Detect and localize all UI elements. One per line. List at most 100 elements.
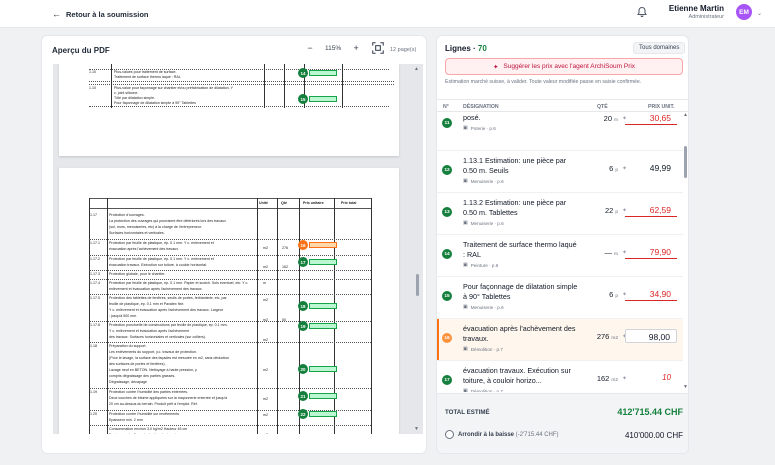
- line-unit-price-input[interactable]: 49,99: [625, 161, 677, 175]
- line-quantity: 6p: [582, 164, 618, 173]
- line-row[interactable]: 15 Pour façonnage de dilatation simple à …: [437, 277, 683, 319]
- line-unit: m: [614, 118, 618, 123]
- pdf-line-marker[interactable]: 21: [298, 391, 308, 401]
- pdf-line-highlight[interactable]: [309, 96, 337, 102]
- pdf-qty: 50: [282, 318, 286, 322]
- lines-count: 70: [477, 44, 487, 53]
- domain-icon: ▣: [463, 388, 468, 392]
- line-domain-tag: ▣ Démolition · p.7: [463, 346, 503, 352]
- zoom-level: 115%: [325, 44, 342, 52]
- pdf-line-highlight[interactable]: [309, 242, 337, 248]
- pdf-line-highlight[interactable]: [309, 393, 337, 399]
- pdf-rule: [89, 294, 371, 295]
- line-quantity-value: 276: [596, 332, 610, 341]
- round-down-label[interactable]: Arrondir à la baisse (-2'715.44 CHF): [458, 432, 559, 438]
- lines-panel: Lignes · 70 Tous domaines ✦ Suggérer les…: [436, 35, 689, 454]
- pdf-line-text: c. joint silicone.: [114, 91, 139, 95]
- line-quantity-value: 22: [604, 206, 614, 215]
- pdf-rule: [89, 239, 371, 240]
- pdf-line-marker[interactable]: 16: [298, 240, 308, 250]
- scroll-up-icon[interactable]: ▲: [414, 66, 419, 72]
- pdf-line-marker[interactable]: 22: [298, 409, 308, 419]
- round-down-radio[interactable]: [445, 430, 454, 439]
- bell-icon[interactable]: [636, 6, 648, 18]
- pdf-column-line: [284, 64, 285, 108]
- pdf-line-code: 1.17.5: [90, 296, 100, 300]
- pdf-line-marker[interactable]: 14: [298, 68, 308, 78]
- pdf-line-text: Protection d'ouvrages.: [109, 213, 145, 217]
- line-row[interactable]: 16 évacuation après l'achèvement des trav…: [437, 319, 683, 361]
- back-link[interactable]: ← Retour à la soumission: [52, 9, 149, 19]
- pdf-line-text: 20 cm au-dessus du terrain. Produit prêt…: [109, 402, 198, 406]
- pdf-line-highlight[interactable]: [309, 259, 337, 265]
- pdf-line-highlight[interactable]: [309, 411, 337, 417]
- line-domain-label: Menuiserie · p.6: [470, 304, 504, 310]
- line-quantity-value: 6: [609, 164, 614, 173]
- pdf-rule: [89, 255, 371, 256]
- line-unit-price-input[interactable]: 79,90: [625, 245, 677, 259]
- line-unit-price-input[interactable]: 62,59: [625, 203, 677, 217]
- line-quantity-value: —: [604, 248, 613, 257]
- pdf-line-marker[interactable]: 18: [298, 301, 308, 311]
- pdf-line-marker[interactable]: 20: [298, 364, 308, 374]
- domain-icon: ▣: [463, 178, 468, 184]
- scroll-down-icon[interactable]: ▼: [414, 426, 419, 432]
- line-unit-price-input[interactable]: 34,90: [625, 287, 677, 301]
- pdf-unit: m2: [263, 298, 268, 302]
- line-designation: 1.13.1 Estimation: une pièce par 0.50 m.…: [463, 156, 567, 175]
- pdf-line-text: Protection par feuille de plastique, ép.…: [109, 257, 214, 261]
- pdf-line-text: Protection globale, pour le chantier.: [109, 272, 166, 276]
- pdf-line-text: Protection contre l'humidité des parties…: [109, 390, 188, 394]
- scroll-up-icon[interactable]: ▲: [683, 112, 688, 118]
- line-quantity: — m: [582, 248, 619, 257]
- line-row[interactable]: 11 posé. ▣ Poterie · p.6 20 m ✦ 30,65: [437, 112, 683, 151]
- chevron-down-icon[interactable]: ⌄: [757, 10, 762, 17]
- sparkle-icon: ✦: [492, 63, 499, 71]
- pdf-line-text: Préparation du support.: [109, 344, 147, 348]
- pdf-scrollbar[interactable]: ▲ ▼: [413, 64, 422, 434]
- pdf-table-header: Prix total: [341, 201, 357, 205]
- pdf-qty: 276: [282, 246, 288, 250]
- pdf-line-highlight[interactable]: [309, 303, 337, 309]
- pdf-line-highlight[interactable]: [309, 70, 337, 76]
- line-number-badge: 15: [442, 291, 452, 301]
- user-info[interactable]: Etienne Martin Administrateur: [662, 4, 724, 20]
- domain-icon: ▣: [463, 304, 468, 310]
- line-unit: p: [615, 210, 618, 215]
- pdf-line-highlight[interactable]: [309, 323, 337, 329]
- pdf-line-marker[interactable]: 19: [298, 321, 308, 331]
- pdf-line-marker[interactable]: 17: [298, 257, 308, 267]
- line-unit-price-input[interactable]: 98,00: [625, 329, 677, 343]
- avatar[interactable]: EM: [736, 4, 752, 20]
- zoom-controls: − 115% +: [303, 41, 385, 55]
- line-row[interactable]: 12 1.13.1 Estimation: une pièce par 0.50 …: [437, 151, 683, 193]
- lines-scrollbar[interactable]: ▲ ▼: [683, 112, 688, 392]
- line-unit-price-input[interactable]: 30,65: [625, 112, 677, 125]
- lines-scroll-thumb[interactable]: [684, 146, 687, 178]
- line-quantity: 162 m2: [582, 374, 618, 383]
- line-row[interactable]: 13 1.13.2 Estimation: une pièce par 0.50 …: [437, 193, 683, 235]
- suggest-prices-button[interactable]: ✦ Suggérer les prix avec l'agent ArchiSo…: [445, 58, 683, 75]
- line-domain-label: Peinture · p.6: [470, 262, 499, 268]
- pdf-line-code: 1.19: [90, 390, 97, 394]
- scroll-down-icon[interactable]: ▼: [683, 384, 688, 390]
- pdf-line-highlight[interactable]: [309, 366, 337, 372]
- pdf-page-1: 1.10 Plus-values pour traitement de surfa…: [59, 64, 399, 156]
- pdf-viewer[interactable]: 1.10 Plus-values pour traitement de surfa…: [53, 64, 423, 434]
- fit-page-icon[interactable]: [371, 41, 385, 55]
- lines-list[interactable]: 11 posé. ▣ Poterie · p.6 20 m ✦ 30,65 12 1.13.1 E…: [437, 112, 683, 392]
- col-header-qty: QTÉ: [597, 104, 608, 110]
- pdf-line-text: : jusqu'à 500 mm.: [109, 314, 138, 318]
- line-unit: m2: [611, 336, 618, 341]
- line-unit-price-input[interactable]: 10: [625, 371, 677, 385]
- zoom-in-button[interactable]: +: [349, 41, 363, 55]
- domain-filter-button[interactable]: Tous domaines: [633, 42, 686, 54]
- line-row[interactable]: 17 évacuation travaux. Exécution sur toit…: [437, 361, 683, 392]
- pdf-scroll-thumb[interactable]: [416, 274, 419, 296]
- pdf-rule: [89, 69, 389, 70]
- pdf-line-marker[interactable]: 15: [298, 94, 308, 104]
- pdf-qty: 162: [282, 265, 288, 269]
- pdf-column-line: [89, 198, 90, 434]
- zoom-out-button[interactable]: −: [303, 41, 317, 55]
- line-row[interactable]: 14 Traitement de surface thermo laqué : R…: [437, 235, 683, 277]
